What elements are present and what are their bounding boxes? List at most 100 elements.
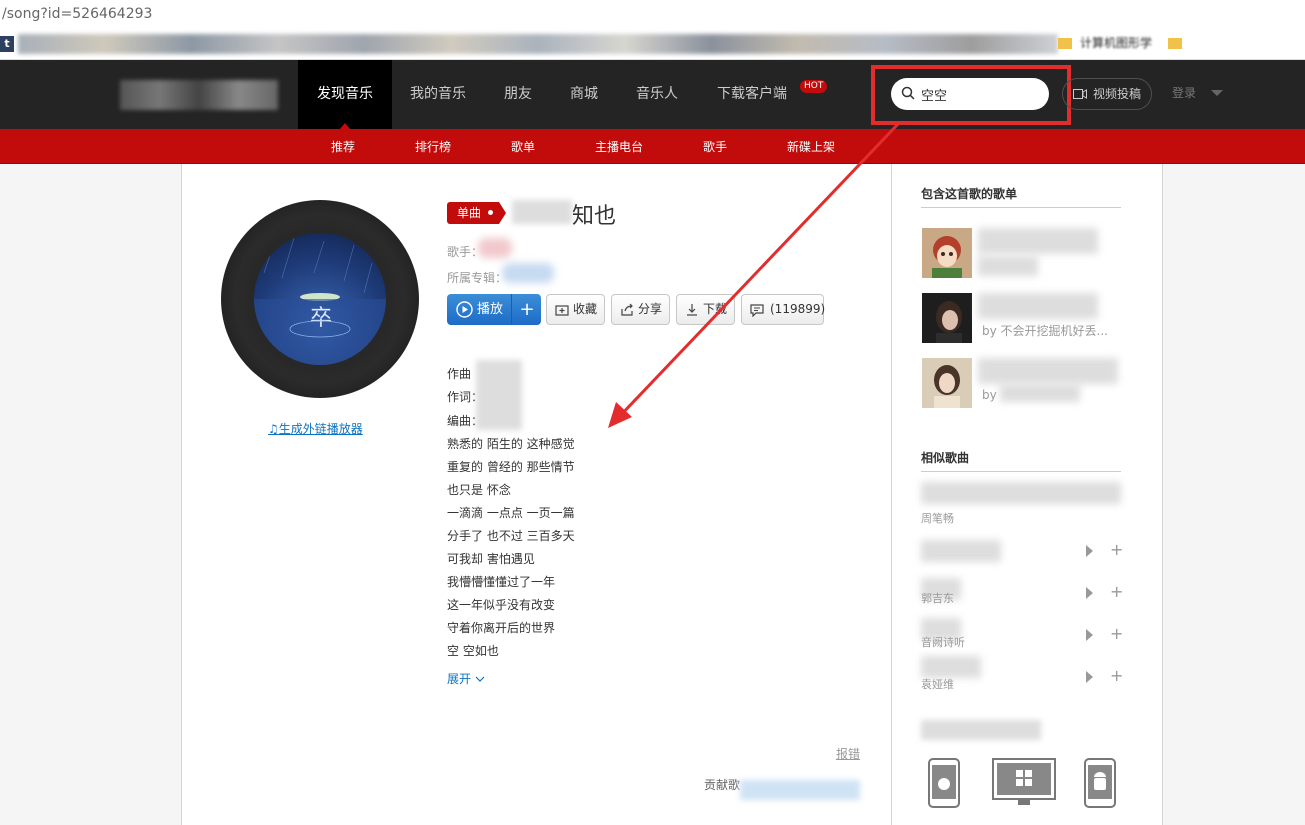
sub-navigation <box>0 129 1305 164</box>
blurred-bookmarks <box>18 34 1058 54</box>
bookmarks-bar: t 计算机图形学 <box>0 28 1305 60</box>
play-button[interactable]: 播放 + <box>447 294 541 325</box>
annotation-highlight-box <box>871 65 1071 125</box>
subnav-artists[interactable]: 歌手 <box>703 138 727 155</box>
folder-icon <box>1058 38 1072 49</box>
playlist-author[interactable]: by <box>982 388 997 402</box>
collect-label: 收藏 <box>573 302 598 316</box>
lyric-line: 分手了 也不过 三百多天 <box>447 529 575 543</box>
play-icon[interactable] <box>1086 587 1093 599</box>
add-to-list-button[interactable]: + <box>513 294 541 325</box>
lyric-line: 这一年似乎没有改变 <box>447 598 556 612</box>
similar-songs-heading: 相似歌曲 <box>921 451 970 465</box>
blurred-song-title[interactable] <box>921 482 1121 504</box>
bookmark-folder-label[interactable]: 计算机图形学 <box>1080 34 1152 51</box>
blurred-playlist-author <box>978 256 1038 276</box>
playlist-cover[interactable] <box>922 228 972 278</box>
blurred-song-title[interactable] <box>921 540 1001 562</box>
address-bar[interactable]: /song?id=526464293 <box>0 0 1305 28</box>
blurred-playlist-title[interactable] <box>978 293 1098 319</box>
lyric-line: 我懵懵懂懂过了一年 <box>447 575 556 589</box>
comment-count: (119899) <box>770 302 826 316</box>
video-camera-icon <box>1073 89 1087 99</box>
lyric-line: 重复的 曾经的 那些情节 <box>447 460 575 474</box>
blurred-song-title[interactable] <box>921 656 981 678</box>
add-icon[interactable]: + <box>1110 582 1123 601</box>
chevron-down-icon <box>475 676 485 682</box>
video-upload-button[interactable]: 视频投稿 <box>1062 78 1152 110</box>
play-icon[interactable] <box>1086 671 1093 683</box>
apple-device-icon[interactable] <box>928 758 960 808</box>
blurred-album[interactable] <box>502 263 554 283</box>
add-icon[interactable]: + <box>1110 624 1123 643</box>
nav-mall[interactable]: 商城 <box>560 60 608 129</box>
share-button[interactable]: 分享 <box>611 294 670 325</box>
nav-musician[interactable]: 音乐人 <box>626 60 688 129</box>
folder-add-icon <box>555 305 569 316</box>
lyric-line: 也只是 怀念 <box>447 483 511 497</box>
heading-rule <box>921 207 1121 208</box>
login-link[interactable]: 登录 <box>1172 84 1196 101</box>
comments-button[interactable]: (119899) <box>741 294 826 325</box>
blurred-contributors[interactable] <box>740 780 860 800</box>
blurred-playlist-title[interactable] <box>978 228 1098 254</box>
expand-label: 展开 <box>447 672 472 686</box>
folder-icon <box>1168 38 1182 49</box>
android-device-icon[interactable] <box>1084 758 1116 808</box>
report-error-link[interactable]: 报错 <box>836 745 860 762</box>
album-art: 卒 <box>254 237 386 365</box>
chevron-down-icon[interactable] <box>1211 90 1223 96</box>
similar-artist[interactable]: 周笔畅 <box>921 510 954 526</box>
subnav-radio[interactable]: 主播电台 <box>595 138 643 155</box>
site-logo[interactable] <box>120 80 278 110</box>
tag-dot <box>488 210 493 215</box>
subnav-new-albums[interactable]: 新碟上架 <box>787 138 835 155</box>
collect-button[interactable]: 收藏 <box>546 294 605 325</box>
nav-my-music[interactable]: 我的音乐 <box>400 60 476 129</box>
windows-device-icon[interactable] <box>992 758 1056 806</box>
playlist-cover[interactable] <box>922 358 972 408</box>
blurred-playlist-title[interactable] <box>978 358 1118 384</box>
contributor-label: 贡献歌 <box>704 778 741 792</box>
sidebar-divider <box>891 164 892 825</box>
playlist-cover[interactable] <box>922 293 972 343</box>
add-icon[interactable]: + <box>1110 540 1123 559</box>
svg-text:卒: 卒 <box>310 306 332 331</box>
blurred-download-heading <box>921 720 1041 740</box>
lyric-line: 一滴滴 一点点 一页一篇 <box>447 506 575 520</box>
heading-rule <box>921 471 1121 472</box>
share-label: 分享 <box>638 302 663 316</box>
blurred-credits <box>476 360 522 430</box>
nav-friends[interactable]: 朋友 <box>494 60 542 129</box>
expand-lyrics-link[interactable]: 展开 <box>447 670 485 687</box>
blurred-author-name[interactable] <box>1000 384 1080 402</box>
lyric-line: 空 空如也 <box>447 644 499 658</box>
credit-composer: 作曲 <box>447 367 472 381</box>
tumblr-bookmark-icon[interactable]: t <box>0 36 14 52</box>
nav-download-client[interactable]: 下载客户端 <box>706 60 798 129</box>
playlist-author[interactable]: by 不会开挖掘机好丢... <box>982 322 1108 339</box>
play-icon[interactable] <box>1086 545 1093 557</box>
generate-player-link[interactable]: ♫生成外链播放器 <box>268 420 363 437</box>
play-label: 播放 <box>477 302 504 317</box>
similar-artist[interactable]: 袁娅维 <box>921 676 954 692</box>
download-button[interactable]: 下载 <box>676 294 735 325</box>
play-icon[interactable] <box>1086 629 1093 641</box>
album-label: 所属专辑： <box>447 271 508 285</box>
song-title: 知也 <box>572 204 617 229</box>
url-text: /song?id=526464293 <box>2 6 153 22</box>
similar-artist[interactable]: 音阙诗听 <box>921 634 965 650</box>
subnav-recommend[interactable]: 推荐 <box>331 138 355 155</box>
playlists-heading: 包含这首歌的歌单 <box>921 187 1018 201</box>
add-icon[interactable]: + <box>1110 666 1123 685</box>
nav-discover[interactable]: 发现音乐 <box>298 60 392 130</box>
blurred-artist[interactable] <box>478 238 512 258</box>
hot-badge: HOT <box>800 80 828 93</box>
subnav-charts[interactable]: 排行榜 <box>415 138 451 155</box>
similar-artist[interactable]: 郭吉东 <box>921 590 954 606</box>
comment-icon <box>750 304 764 317</box>
share-icon <box>621 303 633 316</box>
lyric-line: 守着你离开后的世界 <box>447 621 556 635</box>
subnav-playlists[interactable]: 歌单 <box>511 138 535 155</box>
blurred-title <box>512 200 572 224</box>
